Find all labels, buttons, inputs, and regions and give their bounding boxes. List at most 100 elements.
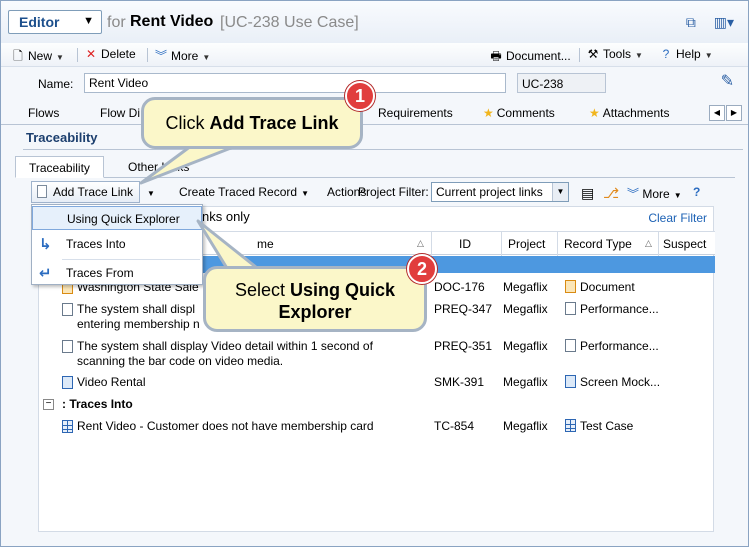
column-divider <box>501 232 502 256</box>
create-traced-record-label: Create Traced Record <box>179 185 298 199</box>
double-chevron-icon: ︾ <box>154 49 167 63</box>
project-filter-value: Current project links <box>436 185 543 199</box>
project-filter-label: Project Filter: <box>358 185 429 199</box>
requirement-type-icon <box>565 302 576 315</box>
edit-pencil-icon[interactable]: ✎ <box>721 71 734 91</box>
help-icon: ? <box>662 47 670 61</box>
menu-item-using-quick-explorer[interactable]: Using Quick Explorer <box>32 206 202 230</box>
row-record-type: Test Case <box>565 419 633 434</box>
help-label: Help <box>676 47 701 61</box>
column-header-suspect[interactable]: Suspect <box>663 237 706 251</box>
more-button[interactable]: ︾ More ▼ <box>154 47 210 64</box>
name-input[interactable] <box>84 73 506 93</box>
create-traced-record-button[interactable]: Create Traced Record ▼ <box>179 185 309 199</box>
table-row[interactable]: The system shall display Video detail wi… <box>39 339 715 371</box>
table-row[interactable]: Video Rental SMK-391 Megaflix Screen Moc… <box>39 375 715 391</box>
trace-diagram-icon[interactable]: ⎇ <box>603 185 619 202</box>
callout1-bold: Add Trace Link <box>209 113 339 133</box>
row-record-type: Performance... <box>565 339 659 354</box>
callout-step1: Click Add Trace Link <box>141 97 363 149</box>
row-name[interactable]: Rent Video - Customer does not have memb… <box>77 419 427 434</box>
printer-icon: 🖶 <box>490 49 502 63</box>
chevron-down-icon: ▼ <box>673 191 682 200</box>
subtab-traceability[interactable]: Traceability <box>15 156 104 178</box>
test-case-type-icon <box>565 419 576 432</box>
arrow-down-right-icon: ↳ <box>39 236 52 253</box>
help-icon[interactable]: ? <box>693 185 700 199</box>
tab-comments[interactable]: ★ Comments <box>483 106 555 120</box>
project-filter-select[interactable]: Current project links ▼ <box>431 182 569 202</box>
row-name[interactable]: The system shall display Video detail wi… <box>77 339 427 369</box>
column-header-name[interactable]: me <box>257 237 274 251</box>
column-header-id[interactable]: ID <box>459 237 471 251</box>
column-header-record-type[interactable]: Record Type <box>564 237 632 251</box>
row-id: PREQ-347 <box>434 302 493 316</box>
screen-mockup-type-icon <box>565 375 576 388</box>
callout-step2: Select Using Quick Explorer <box>203 266 427 332</box>
step-badge-2: 2 <box>407 254 437 284</box>
document-type-icon <box>565 280 576 293</box>
scroll-right-icon[interactable]: ▶ <box>726 105 742 121</box>
tab-scroll-buttons: ◀ ▶ <box>708 104 742 121</box>
delete-x-icon: ✕ <box>85 47 97 61</box>
menu-item-traces-into[interactable]: ↳ Traces Into <box>32 232 202 256</box>
tab-requirements[interactable]: Requirements <box>378 106 453 120</box>
test-case-icon <box>62 420 73 433</box>
sort-icon[interactable]: △ <box>645 238 652 249</box>
layout-icon[interactable]: ▥▾ <box>714 14 734 30</box>
screen-mockup-icon <box>62 376 73 389</box>
add-trace-link-dropdown[interactable]: ▼ <box>143 185 155 199</box>
main-toolbar: 🗋 New ▼ ✕ Delete ︾ More ▼ 🖶 Document... ⚒ Tools… <box>1 43 748 67</box>
document-button[interactable]: 🖶 Document... <box>489 47 570 68</box>
record-tabs: Flows Flow Di Requirements ★ Comments ★ At… <box>1 101 748 125</box>
scroll-left-icon[interactable]: ◀ <box>709 105 725 121</box>
delete-button[interactable]: ✕ Delete <box>84 47 136 61</box>
help-button[interactable]: ? Help ▼ <box>659 47 713 61</box>
row-id: DOC-176 <box>434 280 485 294</box>
table-row[interactable]: Rent Video - Customer does not have memb… <box>39 419 715 435</box>
add-trace-link-button[interactable]: Add Trace Link <box>31 181 141 203</box>
double-chevron-icon: ︾ <box>627 187 640 201</box>
toolbar-divider <box>147 48 148 62</box>
tools-button[interactable]: ⚒ Tools ▼ <box>586 47 643 61</box>
editor-window: Editor ▼ for Rent Video [UC-238 Use Case… <box>0 0 749 547</box>
row-project: Megaflix <box>503 419 548 433</box>
arrow-return-left-icon: ↵ <box>39 265 52 282</box>
menu-item-label: Traces Into <box>66 237 126 251</box>
column-header-project[interactable]: Project <box>508 237 545 251</box>
subtab-other-links[interactable]: Other Links <box>115 156 202 178</box>
document-icon <box>37 185 47 198</box>
add-trace-link-label: Add Trace Link <box>53 185 134 199</box>
chevron-down-icon: ▼ <box>301 189 309 198</box>
sort-icon[interactable]: △ <box>417 238 424 249</box>
callout1-prefix: Click <box>165 113 210 133</box>
chevron-down-icon[interactable]: ▼ <box>56 53 64 62</box>
more-label: More <box>171 49 199 63</box>
new-button[interactable]: 🗋 New ▼ <box>11 47 64 68</box>
requirement-icon <box>62 340 73 353</box>
tab-attachments[interactable]: ★ Attachments <box>589 106 669 120</box>
editor-dropdown[interactable]: Editor ▼ <box>8 10 102 34</box>
group-row-traces-into[interactable]: − : Traces Into <box>39 397 715 415</box>
chevron-down-icon: ▼ <box>552 183 568 201</box>
tab-flows[interactable]: Flows <box>28 106 59 120</box>
menu-item-label: Using Quick Explorer <box>67 212 180 226</box>
clear-filter-link[interactable]: Clear Filter <box>648 211 707 225</box>
traceability-toolbar: Add Trace Link ▼ Create Traced Record ▼ A… <box>31 181 721 205</box>
callout2-bold-line2: Explorer <box>278 302 352 322</box>
title-bar: Editor ▼ for Rent Video [UC-238 Use Case… <box>1 1 748 43</box>
traceability-subtabs: Traceability Other Links <box>15 156 735 178</box>
collapse-icon[interactable]: − <box>43 399 54 410</box>
tab-flow-diagram[interactable]: Flow Di <box>100 106 140 120</box>
report-icon[interactable]: ▤ <box>581 185 594 202</box>
popout-icon[interactable]: ⧉ <box>686 14 696 30</box>
more-panel-button[interactable]: ︾ More ▼ <box>627 185 682 202</box>
row-record-type: Document <box>565 280 635 295</box>
row-name[interactable]: Video Rental <box>77 375 427 390</box>
chevron-down-icon: ▼ <box>704 51 713 60</box>
chevron-down-icon: ▼ <box>147 189 155 198</box>
requirement-type-icon <box>565 339 576 352</box>
tab-attachments-label: Attachments <box>602 106 670 120</box>
column-divider <box>557 232 558 256</box>
menu-item-traces-from[interactable]: ↵ Traces From <box>32 261 202 285</box>
